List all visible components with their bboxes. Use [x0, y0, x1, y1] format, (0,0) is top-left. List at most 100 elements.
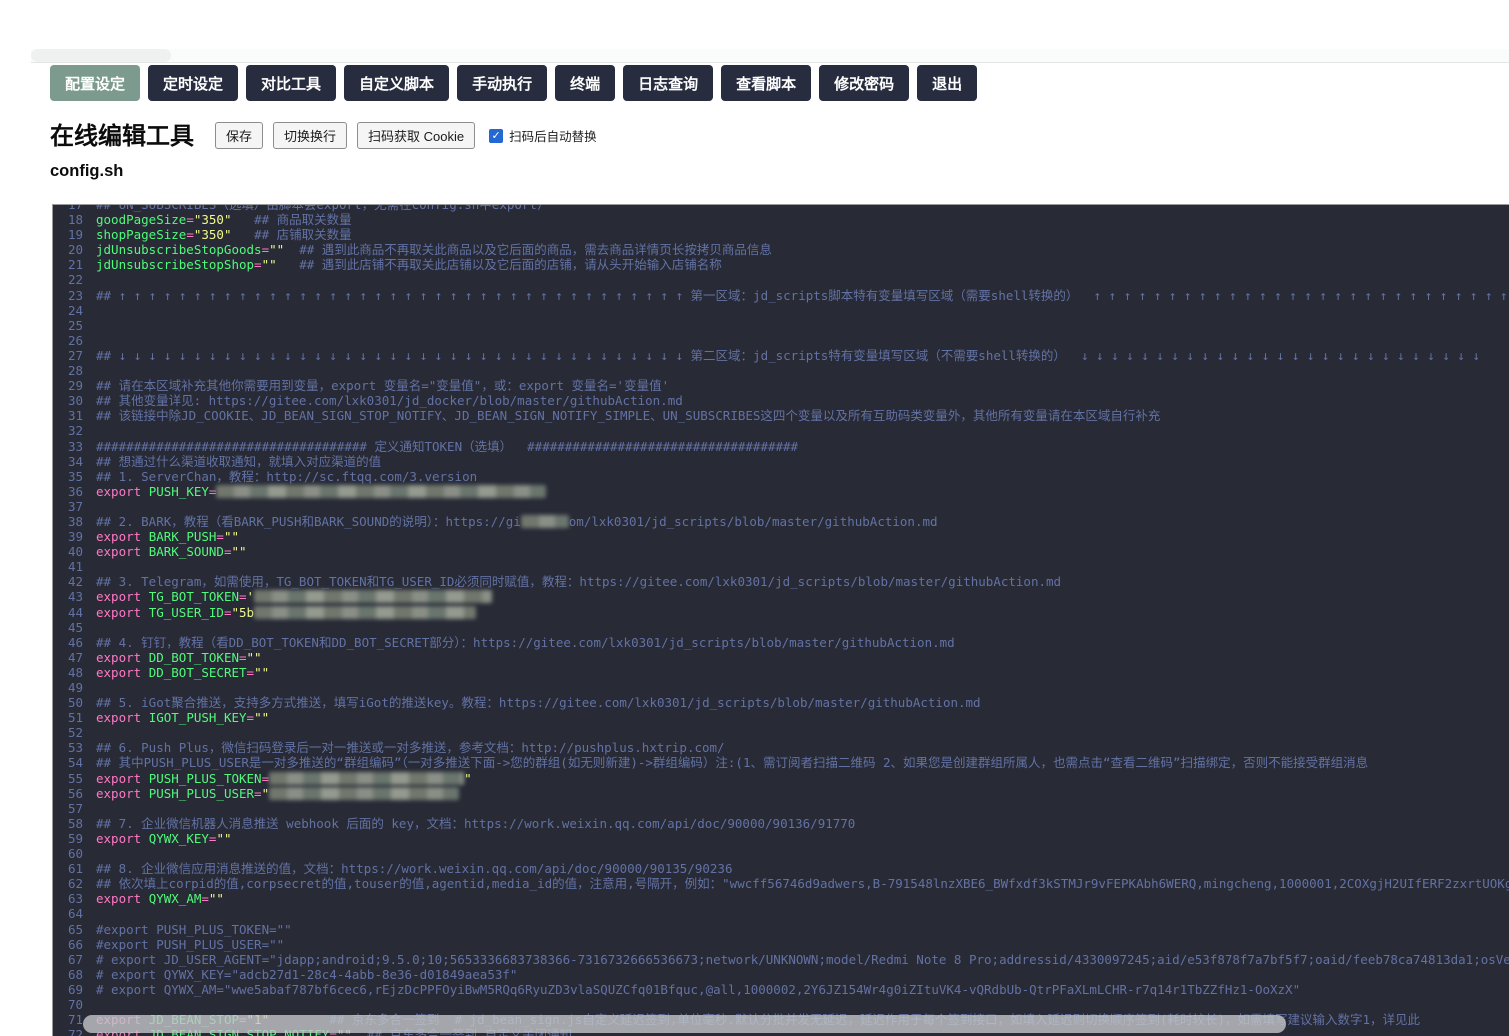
- code-content[interactable]: 17 ## UN_SUBSCRIBES（选填）由脚本会export，无需在conf…: [53, 205, 1509, 1036]
- code-token: =: [239, 649, 247, 665]
- code-token: BARK_PUSH: [148, 529, 217, 545]
- code-line: 68 # export QYWX_KEY="adcb27d1-28c4-4abb-…: [53, 967, 1509, 982]
- code-token: jdUnsubscribeStopShop: [96, 257, 255, 273]
- code-token: jdUnsubscribeStopGoods: [96, 242, 262, 258]
- code-line: 25: [53, 318, 1509, 333]
- line-number: 27: [67, 347, 83, 363]
- code-token: =: [208, 483, 217, 499]
- code-token: ## 3. Telegram，如需使用，TG_BOT_TOKEN和TG_USER…: [96, 574, 1062, 590]
- line-number: 40: [67, 544, 83, 560]
- nav-button-schedule-settings[interactable]: 定时设定: [148, 65, 239, 101]
- code-token: export: [96, 830, 142, 846]
- code-token: ##: [96, 347, 119, 363]
- code-token: om/lxk0301/jd_scripts/blob/master/github…: [568, 513, 938, 529]
- code-editor[interactable]: 17 ## UN_SUBSCRIBES（选填）由脚本会export，无需在conf…: [52, 204, 1509, 1036]
- line-number: 56: [67, 785, 83, 801]
- code-token: ## 1. ServerChan，教程：http://sc.ftqq.com/3…: [96, 468, 478, 484]
- nav-button-view-script[interactable]: 查看脚本: [721, 65, 812, 101]
- code-token: =: [261, 770, 270, 786]
- redacted-value: [254, 590, 493, 604]
- code-token: #export PUSH_PLUS_TOKEN="": [96, 921, 292, 937]
- toggle-wrap-button[interactable]: 切换换行: [273, 122, 348, 149]
- code-token: "": [269, 242, 285, 258]
- line-number: 41: [67, 559, 83, 575]
- code-token: export: [96, 664, 142, 680]
- nav-button-custom-script[interactable]: 自定义脚本: [344, 65, 450, 101]
- code-line: 33 #################################### 定…: [53, 439, 1509, 454]
- nav-button-log-query[interactable]: 日志查询: [623, 65, 714, 101]
- top-scrollbar-thumb[interactable]: [31, 49, 171, 62]
- code-token: export: [96, 529, 142, 545]
- line-number: 28: [67, 363, 83, 379]
- code-token: ': [246, 589, 255, 605]
- nav-button-config-settings[interactable]: 配置设定: [50, 65, 141, 101]
- code-line: 20 jdUnsubscribeStopGoods="" ## 遇到此商品不再取关…: [53, 242, 1509, 257]
- code-token: =: [261, 242, 270, 258]
- code-line: 30 ## 其他变量详见: https://gitee.com/lxk0301/j…: [53, 393, 1509, 408]
- code-token: export: [96, 544, 142, 560]
- line-number: 32: [67, 423, 83, 439]
- line-number: 25: [67, 317, 83, 333]
- auto-replace-checkbox[interactable]: ✓: [489, 128, 504, 143]
- code-token: QYWX_KEY: [148, 830, 209, 846]
- line-number: 70: [67, 996, 83, 1012]
- line-number: 53: [67, 740, 83, 756]
- code-token: ↓ ↓ ↓ ↓ ↓ ↓ ↓ ↓ ↓ ↓ ↓ ↓ ↓ ↓ ↓ ↓ ↓ ↓ ↓ ↓ …: [118, 347, 684, 363]
- line-number: 26: [67, 332, 83, 348]
- nav-button-compare-tool[interactable]: 对比工具: [246, 65, 337, 101]
- line-number: 69: [67, 981, 83, 997]
- code-token: ": [261, 785, 270, 801]
- code-line: 38 ## 2. BARK，教程（看BARK_PUSH和BARK_SOUND的说明…: [53, 514, 1509, 529]
- code-token: =: [201, 891, 209, 907]
- code-token: ## 遇到此店铺不再取关此店铺以及它后面的店铺，请从头开始输入店铺名称: [299, 257, 722, 273]
- code-token: ## 商品取关数量: [254, 212, 352, 228]
- code-token: "": [261, 257, 277, 273]
- nav-button-terminal[interactable]: 终端: [555, 65, 616, 101]
- line-number: 58: [67, 815, 83, 831]
- code-line: 37: [53, 499, 1509, 514]
- nav-button-change-password[interactable]: 修改密码: [819, 65, 910, 101]
- code-line: 50 ## 5. iGot聚合推送，支持多方式推送，填写iGot的推送key。教程…: [53, 695, 1509, 710]
- code-token: =: [246, 664, 255, 680]
- code-token: 定义通知TOKEN（选填）: [366, 438, 528, 454]
- top-scrollbar-track[interactable]: [31, 49, 1509, 63]
- code-line: 57: [53, 801, 1509, 816]
- scan-cookie-button[interactable]: 扫码获取 Cookie: [357, 122, 476, 149]
- code-token: "": [231, 544, 247, 560]
- code-line: 52: [53, 725, 1509, 740]
- line-number: 63: [67, 891, 83, 907]
- nav-button-logout[interactable]: 退出: [917, 65, 978, 101]
- save-button[interactable]: 保存: [215, 122, 264, 149]
- code-token: PUSH_KEY: [148, 483, 209, 499]
- code-token: "": [254, 710, 270, 726]
- code-line: 21 jdUnsubscribeStopShop="" ## 遇到此店铺不再取关此…: [53, 257, 1509, 272]
- editor-horizontal-scrollbar[interactable]: [83, 1015, 1286, 1033]
- code-token: "": [223, 529, 240, 545]
- line-number: 68: [67, 966, 83, 982]
- line-number: 67: [67, 951, 83, 967]
- line-number: 48: [67, 664, 83, 680]
- page: { "page_title": "在线编辑工具", "file_name": "…: [0, 0, 1509, 1036]
- nav-button-manual-run[interactable]: 手动执行: [457, 65, 548, 101]
- line-number: 44: [67, 604, 83, 620]
- code-token: export: [96, 483, 142, 499]
- code-token: ####################################: [527, 438, 799, 454]
- code-token: ": [464, 770, 472, 786]
- code-line: 65 #export PUSH_PLUS_TOKEN="": [53, 922, 1509, 937]
- nav-bar: 配置设定 定时设定 对比工具 自定义脚本 手动执行 终端 日志查询 查看脚本 修改密码 退出: [50, 65, 978, 101]
- code-token: ## 遇到此商品不再取关此商品以及它后面的商品，需去商品详情页长按拷贝商品信息: [299, 242, 772, 258]
- code-token: ####################################: [96, 438, 367, 454]
- line-number: 60: [67, 846, 83, 862]
- code-line: 66 #export PUSH_PLUS_USER="": [53, 937, 1509, 952]
- code-token: "": [246, 649, 262, 665]
- page-title: 在线编辑工具: [50, 123, 194, 150]
- code-line: 53 ## 6. Push Plus，微信扫码登录后一对一推送或一对多推送，参考文…: [53, 740, 1509, 755]
